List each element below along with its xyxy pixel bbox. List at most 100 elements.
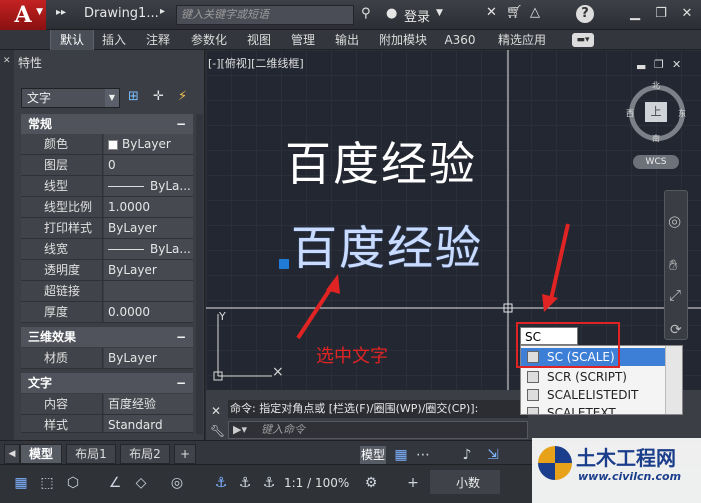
prop-row-style[interactable]: 样式 Standard — [21, 415, 193, 433]
user-icon[interactable]: ● — [386, 6, 397, 21]
grid-icon[interactable]: ▦ — [12, 474, 30, 492]
toggle-pickadd-icon[interactable]: ⊞ — [128, 89, 139, 104]
prop-value: ByLayer — [104, 134, 193, 154]
command-close-icon[interactable]: ✕ — [211, 404, 221, 418]
snap-icon[interactable]: ⬚ — [38, 474, 56, 492]
prop-row-thickness[interactable]: 厚度 0.0000 — [21, 302, 193, 323]
annotation-scale-icon[interactable]: ⚓︎ — [260, 474, 278, 492]
zoom-extents-icon[interactable]: ⤢ — [669, 286, 681, 304]
select-objects-icon[interactable]: ✛ — [153, 89, 164, 104]
object-type-select[interactable]: 文字 ▼ — [21, 88, 120, 108]
tab-parametric[interactable]: 参数化 — [184, 30, 234, 50]
canvas-text-upper[interactable]: 百度经验 — [285, 128, 477, 194]
collapse-icon[interactable]: − — [176, 327, 186, 347]
tab-view[interactable]: 视图 — [240, 30, 278, 50]
autocad-logo-icon: A — [14, 2, 32, 28]
tab-scroll-left-icon[interactable]: ◀ — [4, 444, 20, 464]
viewcube-west[interactable]: 西 — [626, 108, 634, 119]
palette-close-icon[interactable]: ✕ — [3, 56, 11, 66]
application-menu-button[interactable]: A ▼ — [0, 0, 46, 30]
model-space-button[interactable]: 模型 — [360, 446, 386, 464]
collapse-icon[interactable]: − — [176, 373, 186, 393]
exchange-icon[interactable]: ✕ — [486, 5, 497, 20]
prop-row-color[interactable]: 颜色 ByLayer — [21, 134, 193, 155]
status-snap-icon[interactable]: ⋯ — [414, 446, 432, 464]
ribbon-minimize-toggle[interactable]: ▬▾ — [572, 33, 594, 47]
quick-access-overflow-icon[interactable]: ▸▸ — [56, 7, 66, 18]
command-customize-icon[interactable]: 🔧︎ — [210, 424, 225, 438]
viewcube-east[interactable]: 东 — [678, 108, 686, 119]
help-search-input[interactable]: 键入关键字或短语 — [176, 5, 354, 25]
auto-scale-icon[interactable]: ⚓︎ — [236, 474, 254, 492]
units-select[interactable]: 小数 — [430, 470, 500, 494]
restore-button[interactable]: ❐ — [650, 4, 672, 24]
isodraft-icon[interactable]: ◇ — [132, 474, 150, 492]
viewport-minimize-icon[interactable]: ▬ — [636, 60, 646, 73]
palette-scrollbar[interactable] — [196, 114, 203, 434]
osnap-icon[interactable]: ◎ — [168, 474, 186, 492]
tab-insert[interactable]: 插入 — [96, 30, 132, 50]
canvas-text-lower-selected[interactable]: 百度经验 — [291, 212, 483, 278]
status-grid-icon[interactable]: ▦ — [392, 446, 410, 464]
annotation-visibility-icon[interactable]: ⚓︎ — [212, 474, 230, 492]
a360-icon[interactable]: △ — [530, 5, 540, 20]
workspace-gear-icon[interactable]: ⚙︎ — [362, 474, 380, 492]
viewport-restore-icon[interactable]: ❐ — [654, 58, 664, 71]
tab-output[interactable]: 输出 — [328, 30, 366, 50]
viewcube-south[interactable]: 南 — [652, 133, 660, 144]
add-layout-button[interactable]: + — [174, 444, 196, 464]
help-button[interactable]: ? — [576, 5, 594, 23]
title-overflow-icon[interactable]: ▸ — [160, 6, 165, 17]
viewport-close-icon[interactable]: ✕ — [672, 58, 681, 71]
section-text[interactable]: 文字 − — [21, 373, 193, 393]
tab-a360[interactable]: A360 — [440, 30, 480, 50]
minimize-button[interactable]: ▁ — [624, 4, 646, 24]
autocomplete-scrollbar[interactable] — [665, 346, 682, 414]
viewcube-north[interactable]: 北 — [652, 80, 660, 91]
cart-icon[interactable]: 🛒︎ — [506, 5, 523, 20]
pan-hand-icon[interactable]: ✋︎ — [669, 256, 678, 274]
command-prompt-icon[interactable]: ▶︎▾ — [233, 422, 247, 438]
command-input[interactable]: ▶︎▾ 键入命令 — [228, 421, 528, 439]
prop-row-linetype-scale[interactable]: 线型比例 1.0000 — [21, 197, 193, 218]
orbit-icon[interactable]: ⟳ — [670, 322, 682, 338]
prop-row-linetype[interactable]: 线型 ByLa... — [21, 176, 193, 197]
prop-row-contents[interactable]: 内容 百度经验 — [21, 394, 193, 415]
prop-row-plot-style[interactable]: 打印样式 ByLayer — [21, 218, 193, 239]
autocomplete-item[interactable]: SCR (SCRIPT) — [521, 368, 669, 386]
sign-in-button[interactable]: 登录 — [404, 6, 430, 25]
annotation-scale-value[interactable]: 1:1 / 100% — [284, 476, 349, 490]
palette-title-strip[interactable] — [0, 50, 14, 440]
tab-addins[interactable]: 附加模块 — [372, 30, 434, 50]
tab-annotate[interactable]: 注释 — [138, 30, 178, 50]
status-dynucs-icon[interactable]: ⇲ — [484, 446, 502, 464]
collapse-icon[interactable]: − — [176, 114, 186, 134]
tab-featured-apps[interactable]: 精选应用 — [488, 30, 556, 50]
steering-wheel-icon[interactable]: ◎ — [668, 212, 681, 230]
plus-icon[interactable]: + — [404, 474, 422, 492]
prop-row-layer[interactable]: 图层 0 — [21, 155, 193, 176]
wcs-menu-button[interactable]: WCS — [633, 155, 679, 169]
autocomplete-item[interactable]: SCALETEXT — [521, 404, 669, 414]
autocomplete-item[interactable]: SCALELISTEDIT — [521, 386, 669, 404]
ortho-icon[interactable]: ⬡ — [64, 474, 82, 492]
prop-row-transparency[interactable]: 透明度 ByLayer — [21, 260, 193, 281]
status-lineweight-icon[interactable]: ♪ — [458, 446, 476, 464]
tab-home[interactable]: 默认 — [50, 30, 94, 50]
binoculars-icon[interactable]: ⚲ — [361, 6, 371, 21]
section-general[interactable]: 常规 − — [21, 114, 193, 134]
prop-row-hyperlink[interactable]: 超链接 — [21, 281, 193, 302]
tab-model[interactable]: 模型 — [20, 444, 62, 464]
prop-row-material[interactable]: 材质 ByLayer — [21, 348, 193, 369]
ribbon-tab-bar: 默认 插入 注释 参数化 视图 管理 输出 附加模块 A360 精选应用 ▬▾ — [0, 30, 701, 50]
tab-layout1[interactable]: 布局1 — [66, 444, 116, 464]
prop-row-lineweight[interactable]: 线宽 ByLa... — [21, 239, 193, 260]
section-3d-visualization[interactable]: 三维效果 − — [21, 327, 193, 347]
polar-icon[interactable]: ∠ — [106, 474, 124, 492]
tab-layout2[interactable]: 布局2 — [120, 444, 170, 464]
viewcube-top-face[interactable]: 上 — [645, 102, 667, 122]
tab-manage[interactable]: 管理 — [284, 30, 322, 50]
sign-in-dropdown-icon[interactable]: ▼ — [436, 8, 443, 18]
close-button[interactable]: ✕ — [676, 4, 698, 24]
quick-select-icon[interactable]: ⚡︎ — [178, 89, 187, 104]
